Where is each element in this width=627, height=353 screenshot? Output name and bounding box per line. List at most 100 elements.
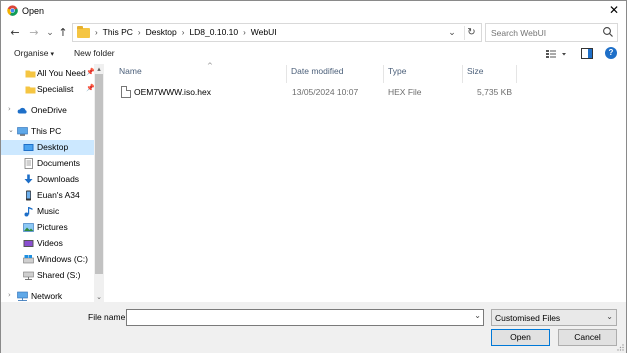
network-icon <box>17 291 28 301</box>
chevron-down-icon: ⌄ <box>606 312 613 321</box>
chevron-right-icon: › <box>243 28 246 37</box>
sidebar-item-label: Downloads <box>37 174 80 184</box>
address-bar[interactable]: › This PC › Desktop › LD8_0.10.10 › WebUI ⌄ ↻ <box>72 23 482 42</box>
sidebar-item-windows-c[interactable]: Windows (C:) <box>1 252 94 267</box>
scroll-down-icon[interactable]: ⌄ <box>94 292 104 302</box>
sidebar-item-label: Network <box>31 291 63 301</box>
sidebar-item-euans-a34[interactable]: Euan's A34 <box>1 188 94 203</box>
open-button[interactable]: Open <box>491 329 550 346</box>
sidebar-item-desktop[interactable]: Desktop <box>1 140 94 155</box>
chevron-down-icon: ⌄ <box>8 126 14 134</box>
computer-icon <box>17 127 28 136</box>
resize-grip-icon[interactable] <box>616 343 624 351</box>
navigation-bar: ← → ⌄ ↑ › This PC › Desktop › LD8_0.10.10 › Web… <box>1 22 626 44</box>
pictures-icon <box>23 223 34 232</box>
chevron-right-icon: › <box>95 28 98 37</box>
breadcrumb: › This PC › Desktop › LD8_0.10.10 › WebUI <box>95 27 277 37</box>
command-bar: Organise ▾ New folder ? <box>1 45 626 63</box>
back-button[interactable]: ← <box>8 25 22 41</box>
new-folder-button[interactable]: New folder <box>74 48 115 58</box>
chevron-right-icon: › <box>137 28 141 37</box>
search-box[interactable] <box>485 23 618 42</box>
sidebar-item-label: Specialist <box>37 84 74 94</box>
sort-ascending-icon: ^ <box>207 62 213 70</box>
folder-icon <box>25 70 36 78</box>
chrome-icon <box>7 5 18 16</box>
view-options-icon <box>546 50 566 58</box>
sidebar-item-pictures[interactable]: Pictures <box>1 220 94 235</box>
table-row[interactable]: OEM7WWW.iso.hex 13/05/2024 10:07 HEX Fil… <box>111 85 626 100</box>
forward-button[interactable]: → <box>27 25 41 41</box>
sidebar-item-downloads[interactable]: Downloads <box>1 172 94 187</box>
window-title: Open <box>22 6 45 16</box>
cancel-button[interactable]: Cancel <box>558 329 617 346</box>
sidebar-item-music[interactable]: Music <box>1 204 94 219</box>
scrollbar-thumb[interactable] <box>95 74 103 274</box>
help-icon[interactable]: ? <box>605 47 617 59</box>
folder-icon <box>77 26 90 38</box>
sidebar-item-this-pc[interactable]: ⌄ This PC <box>1 124 94 139</box>
chevron-down-icon[interactable]: ⌄ <box>474 311 481 320</box>
sidebar-item-specialist[interactable]: Specialist 📌 <box>1 82 95 97</box>
breadcrumb-webui[interactable]: WebUI <box>251 27 277 37</box>
file-type-value: Customised Files <box>495 313 561 323</box>
network-drive-icon <box>23 271 34 280</box>
column-header-date-modified[interactable]: Date modified <box>291 66 343 82</box>
preview-pane-icon[interactable] <box>581 48 593 59</box>
open-file-dialog: Open ✕ ← → ⌄ ↑ › This PC › Desktop › LD8_0.10… <box>0 0 627 353</box>
search-input[interactable] <box>486 24 600 41</box>
sidebar-item-label: This PC <box>31 126 62 136</box>
sidebar-item-videos[interactable]: Videos <box>1 236 94 251</box>
up-button[interactable]: ↑ <box>56 25 70 41</box>
chevron-down-icon[interactable]: ⌄ <box>445 26 459 40</box>
file-type-select[interactable]: Customised Files ⌄ <box>491 309 617 326</box>
column-divider[interactable] <box>516 65 517 83</box>
change-view-button[interactable] <box>544 47 570 61</box>
file-type: HEX File <box>388 87 422 97</box>
column-divider[interactable] <box>383 65 384 83</box>
dialog-footer: File name: ⌄ Customised Files ⌄ Open Can… <box>1 302 626 353</box>
sidebar-item-label: OneDrive <box>31 105 67 115</box>
sidebar-item-documents[interactable]: Documents <box>1 156 94 171</box>
close-button[interactable]: ✕ <box>602 1 626 21</box>
cloud-icon <box>17 107 27 114</box>
breadcrumb-ld8[interactable]: LD8_0.10.10 <box>189 27 238 37</box>
sidebar-item-label: Shared (S:) <box>37 270 81 280</box>
sidebar-item-all-you-need[interactable]: All You Need 📌 <box>1 66 95 81</box>
sidebar-item-shared-s[interactable]: Shared (S:) <box>1 268 94 283</box>
chevron-right-icon: › <box>8 291 11 299</box>
refresh-icon[interactable]: ↻ <box>464 26 478 40</box>
breadcrumb-desktop[interactable]: Desktop <box>146 27 177 37</box>
filename-combo[interactable]: ⌄ <box>126 309 484 326</box>
search-icon[interactable] <box>602 26 614 38</box>
column-divider[interactable] <box>286 65 287 83</box>
column-header-name[interactable]: Name ^ <box>119 62 213 82</box>
sidebar-item-label: All You Need <box>37 68 86 78</box>
music-icon <box>24 207 33 217</box>
filename-input[interactable] <box>127 310 467 325</box>
navigation-pane-scrollbar[interactable]: ▴ ⌄ <box>94 64 104 302</box>
file-size: 5,735 KB <box>477 87 512 97</box>
sidebar-item-label: Videos <box>37 238 63 248</box>
navigation-pane: All You Need 📌 Specialist 📌 › OneDrive ⌄… <box>1 64 104 302</box>
sidebar-item-label: Music <box>37 206 60 216</box>
recent-locations-button[interactable]: ⌄ <box>43 25 57 41</box>
drive-icon <box>23 255 34 264</box>
file-date: 13/05/2024 10:07 <box>292 87 359 97</box>
column-header-size[interactable]: Size <box>467 66 484 82</box>
organise-button[interactable]: Organise ▾ <box>14 48 54 58</box>
scroll-up-icon[interactable]: ▴ <box>94 64 104 74</box>
sidebar-item-onedrive[interactable]: › OneDrive <box>1 103 94 118</box>
sidebar-item-label: Pictures <box>37 222 68 232</box>
videos-icon <box>23 240 34 247</box>
sidebar-item-label: Euan's A34 <box>37 190 80 200</box>
column-header-type[interactable]: Type <box>388 66 406 82</box>
file-list: Name ^ Date modified Type Size OEM7WWW.i… <box>111 62 626 302</box>
column-divider[interactable] <box>462 65 463 83</box>
filename-label: File name: <box>88 312 128 322</box>
desktop-icon <box>23 144 34 151</box>
chevron-right-icon: › <box>181 28 185 37</box>
download-icon <box>24 174 33 184</box>
breadcrumb-this-pc[interactable]: This PC <box>103 27 133 37</box>
file-icon <box>121 86 131 98</box>
